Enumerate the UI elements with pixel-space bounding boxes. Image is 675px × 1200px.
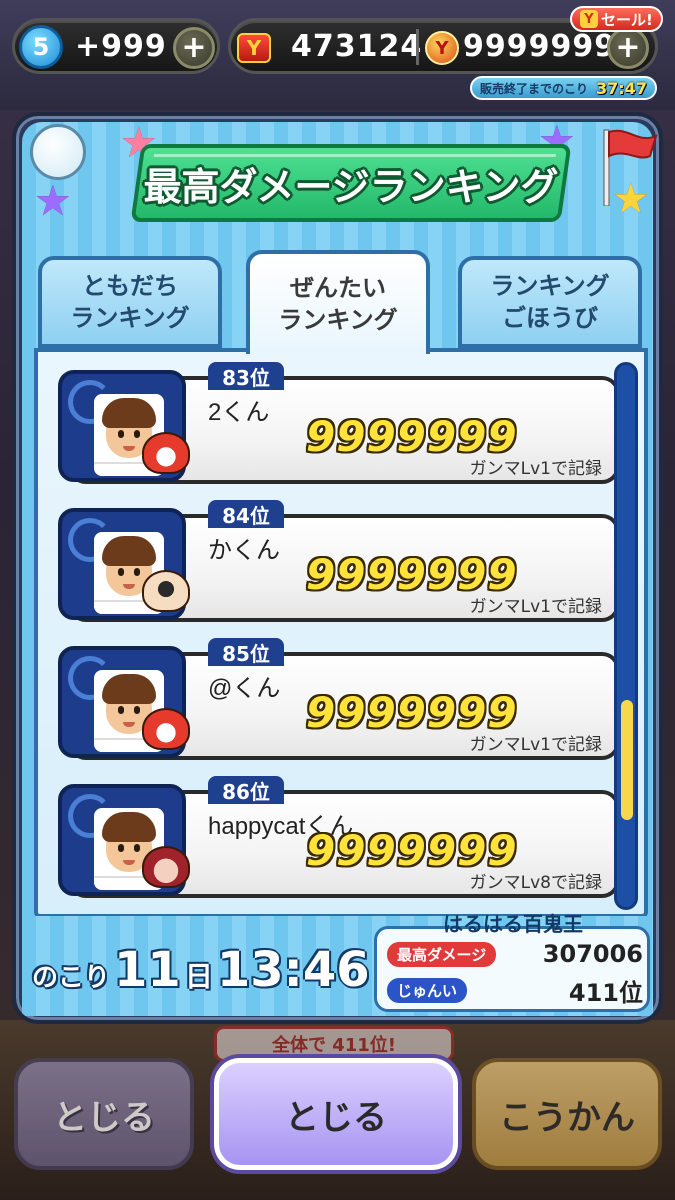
tab-label-line1: ともだち: [82, 271, 178, 300]
record-note: ガンマLv1で記録: [469, 597, 602, 617]
rank-label: 84位: [208, 500, 284, 528]
sale-badge[interactable]: Y セール!: [570, 6, 663, 32]
tab-overall-ranking[interactable]: ぜんたい ランキング: [246, 250, 430, 354]
coin-count: 473124: [291, 29, 423, 64]
tab-label-line2: ごほうび: [502, 304, 598, 332]
record-note: ガンマLv8で記録: [469, 873, 602, 893]
mask-yokai-icon: [142, 846, 190, 888]
best-damage-value: 307006: [542, 940, 643, 968]
tab-ranking-rewards[interactable]: ランキング ごほうび: [458, 256, 642, 348]
y-coin-icon: Y: [237, 33, 271, 63]
ball-icon: [30, 124, 86, 180]
tab-label-line2: ランキング: [278, 306, 398, 334]
stamina-value: +999: [75, 29, 167, 64]
remaining-days-unit: 日: [184, 960, 213, 993]
sale-timer-label: 販売終了までのこり: [480, 81, 589, 96]
avatar-hair: [102, 674, 156, 704]
gem-icon: Y: [425, 31, 459, 65]
red-cat-yokai-icon: [142, 708, 190, 750]
avatar-eye: [134, 844, 140, 852]
tab-label-line1: ぜんたい: [290, 273, 386, 302]
remaining-days: 11: [114, 942, 181, 998]
currency-divider: [416, 29, 419, 65]
avatar-eye: [118, 568, 124, 576]
player-name: 2くん: [208, 399, 270, 426]
player-name: かくん: [208, 537, 280, 564]
gem-count: 9999999: [463, 29, 617, 64]
flag-icon: [603, 129, 658, 206]
stamina-pill: 5 +999 +: [12, 18, 220, 74]
ranking-panel: ★ ★ ★ ★ 最高ダメージランキング ともだち ランキング ランキング ごほう…: [12, 112, 663, 1024]
rank-label: 83位: [208, 362, 284, 390]
background-rank-banner: 全体で 411位!: [214, 1026, 454, 1062]
best-damage-label: 最高ダメージ: [387, 941, 497, 967]
round-face-yokai-icon: [142, 570, 190, 612]
avatar-eye: [134, 430, 140, 438]
purple-star-icon: ★: [34, 176, 72, 225]
stamina-level-badge: 5: [19, 25, 63, 69]
player-name: @くん: [208, 675, 281, 702]
add-stamina-button[interactable]: +: [173, 27, 215, 69]
avatar-eye: [118, 706, 124, 714]
remaining-time: 13:46: [216, 942, 370, 998]
avatar-hair: [102, 398, 156, 428]
red-cat-yokai-icon: [142, 432, 190, 474]
top-status-bar: 5 +999 + Y 473124 Y 9999999 + Y セール! 販売終…: [0, 0, 675, 110]
exchange-button[interactable]: こうかん: [472, 1058, 662, 1170]
ranking-entry[interactable]: 83位 2くん 9999999 ガンマLv1で記録: [58, 362, 620, 484]
scrollbar[interactable]: [614, 362, 638, 910]
record-note: ガンマLv1で記録: [469, 459, 602, 479]
add-gems-button[interactable]: +: [607, 27, 649, 69]
ranking-entry[interactable]: 85位 @くん 9999999 ガンマLv1で記録: [58, 638, 620, 760]
my-player-title: はるはる百鬼王: [443, 912, 583, 936]
close-button[interactable]: とじる: [214, 1058, 458, 1170]
tab-friends-ranking[interactable]: ともだち ランキング: [38, 256, 222, 348]
my-rank-row: じゅんい 411位: [387, 975, 643, 1007]
sale-timer-value: 37:47: [596, 78, 647, 98]
rank-label: 86位: [208, 776, 284, 804]
ranking-list[interactable]: 83位 2くん 9999999 ガンマLv1で記録 84位 かくん 999999…: [34, 348, 648, 918]
tab-label-line2: ランキング: [70, 304, 190, 332]
ranking-entry[interactable]: 86位 happycatくん 9999999 ガンマLv8で記録: [58, 776, 620, 898]
my-rank-label: じゅんい: [387, 977, 468, 1003]
avatar-eye: [134, 568, 140, 576]
best-damage-row: 最高ダメージ 307006: [387, 939, 643, 969]
avatar-eye: [118, 844, 124, 852]
avatar-eye: [134, 706, 140, 714]
my-record-box: 最高ダメージ 307006 じゅんい 411位: [374, 926, 650, 1012]
y-coin-icon: Y: [580, 10, 598, 28]
time-remaining: のこり 11 日 13:46: [32, 942, 370, 998]
record-note: ガンマLv1で記録: [469, 735, 602, 755]
tab-label-line1: ランキング: [490, 271, 610, 300]
avatar-hair: [102, 812, 156, 842]
sale-label: セール!: [601, 10, 653, 29]
panel-title: 最高ダメージランキング: [143, 165, 559, 209]
avatar-eye: [118, 430, 124, 438]
scrollbar-thumb[interactable]: [621, 700, 633, 821]
close-button-left[interactable]: とじる: [14, 1058, 194, 1170]
avatar-hair: [102, 536, 156, 566]
remaining-label: のこり: [32, 963, 111, 993]
rank-label: 85位: [208, 638, 284, 666]
my-rank-value: 411位: [568, 978, 643, 1007]
ranking-entry[interactable]: 84位 かくん 9999999 ガンマLv1で記録: [58, 500, 620, 622]
sale-timer: 販売終了までのこり 37:47: [470, 76, 657, 100]
